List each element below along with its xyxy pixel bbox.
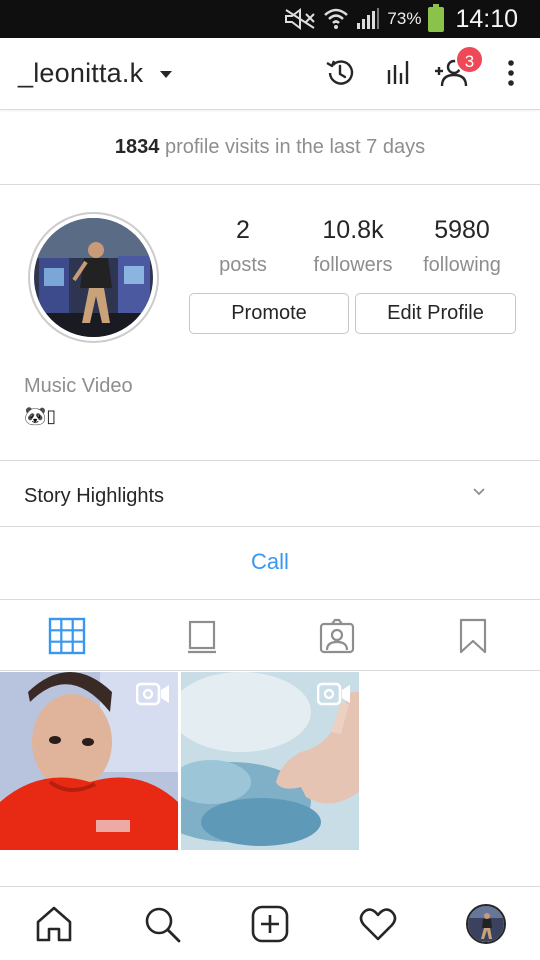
call-button[interactable]: Call bbox=[0, 527, 540, 600]
activity-icon[interactable] bbox=[358, 904, 398, 944]
followers-stat[interactable]: 10.8k followers bbox=[303, 216, 403, 277]
following-count: 5980 bbox=[434, 216, 490, 244]
signal-icon bbox=[357, 8, 380, 29]
profile-visits-banner[interactable]: 1834 profile visits in the last 7 days bbox=[0, 111, 540, 185]
chevron-down-icon[interactable] bbox=[472, 485, 486, 499]
insights-icon[interactable] bbox=[381, 56, 415, 90]
followers-count: 10.8k bbox=[322, 216, 384, 244]
saved-icon[interactable] bbox=[454, 617, 492, 655]
clock: 14:10 bbox=[455, 4, 518, 33]
archive-history-icon[interactable] bbox=[323, 56, 357, 90]
search-icon[interactable] bbox=[142, 904, 182, 944]
status-indicators: 73% 14:10 bbox=[284, 0, 518, 38]
more-options-icon[interactable] bbox=[494, 56, 528, 90]
mute-icon bbox=[285, 8, 316, 30]
edit-profile-button[interactable]: Edit Profile bbox=[355, 293, 516, 334]
home-icon[interactable] bbox=[34, 904, 74, 944]
following-label: following bbox=[423, 254, 501, 276]
profile-tab-avatar[interactable] bbox=[466, 904, 506, 944]
following-stat[interactable]: 5980 following bbox=[412, 216, 512, 277]
profile-avatar[interactable] bbox=[34, 218, 153, 337]
chevron-down-icon[interactable] bbox=[160, 71, 172, 78]
visits-count: 1834 bbox=[114, 136, 160, 158]
battery-icon bbox=[428, 3, 445, 32]
post-thumbnail[interactable] bbox=[0, 672, 178, 850]
avatar-photo bbox=[468, 906, 504, 942]
feed-icon[interactable] bbox=[183, 617, 221, 655]
content-tabs bbox=[0, 600, 540, 671]
posts-stat[interactable]: 2 posts bbox=[202, 216, 284, 277]
profile-header-bar: _leonitta.k 3 bbox=[0, 38, 540, 110]
new-post-icon[interactable] bbox=[250, 904, 290, 944]
post-thumbnail[interactable] bbox=[181, 672, 359, 850]
status-bar: 73% 14:10 bbox=[0, 0, 540, 38]
promote-button[interactable]: Promote bbox=[189, 293, 349, 334]
posts-label: posts bbox=[219, 254, 267, 276]
bio-text: 🐼▯ bbox=[24, 406, 57, 426]
video-icon bbox=[317, 682, 350, 706]
story-highlights-title: Story Highlights bbox=[24, 485, 165, 507]
username-switcher[interactable]: _leonitta.k bbox=[18, 58, 143, 89]
video-icon bbox=[136, 682, 169, 706]
avatar-photo bbox=[34, 218, 153, 337]
grid-icon[interactable] bbox=[48, 617, 86, 655]
followers-label: followers bbox=[313, 254, 393, 276]
bottom-navigation bbox=[0, 886, 540, 960]
profile-category: Music Video bbox=[24, 375, 133, 397]
battery-percent: 73% bbox=[387, 9, 422, 28]
story-highlights-row[interactable]: Story Highlights bbox=[0, 460, 540, 527]
notification-badge: 3 bbox=[455, 45, 484, 74]
posts-count: 2 bbox=[236, 216, 250, 244]
tagged-icon[interactable] bbox=[318, 617, 356, 655]
visits-text: profile visits in the last 7 days bbox=[164, 136, 426, 158]
wifi-icon bbox=[324, 8, 349, 29]
